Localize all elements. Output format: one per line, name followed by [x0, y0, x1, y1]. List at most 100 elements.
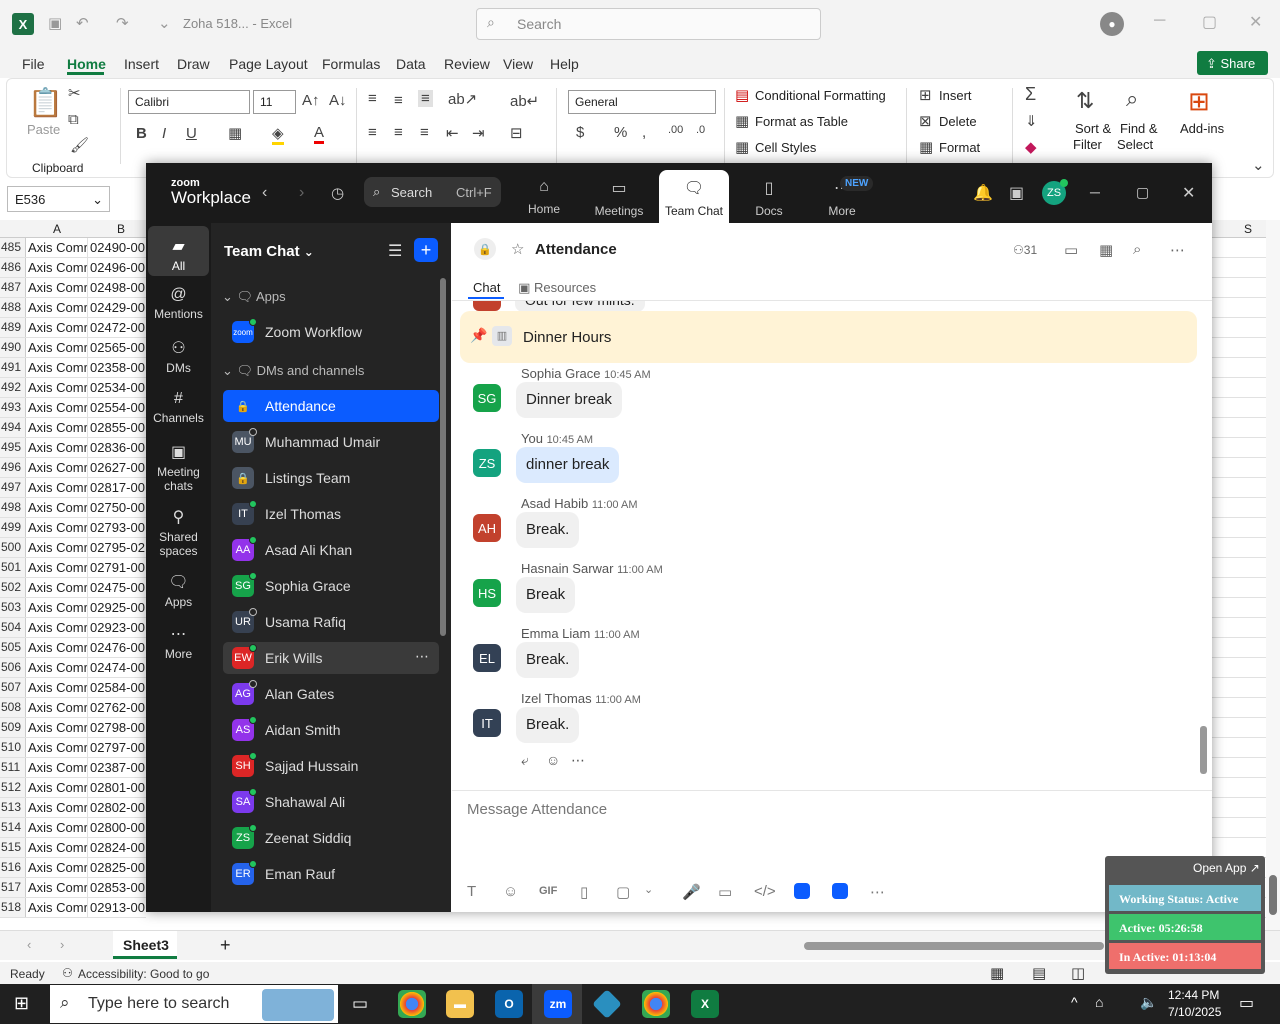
percent-icon[interactable]: %	[614, 124, 627, 141]
decrease-font-icon[interactable]: A↓	[329, 92, 347, 109]
row-number[interactable]: 500	[0, 538, 26, 557]
cell-a[interactable]: Axis Comr	[26, 558, 88, 577]
chat-search-icon[interactable]: ⌕	[1133, 241, 1141, 258]
cell-b[interactable]: 02476-00	[88, 638, 146, 657]
back-icon[interactable]: ‹	[262, 184, 267, 202]
message-bubble[interactable]: Break	[516, 577, 576, 613]
align-left-icon[interactable]: ≡	[368, 124, 377, 141]
decrease-decimal-icon[interactable]: .0	[696, 124, 705, 136]
customize-qat-icon[interactable]: ⌄	[158, 14, 171, 32]
file-explorer-icon[interactable]: ▬	[446, 990, 474, 1018]
cell-a[interactable]: Axis Comr	[26, 758, 88, 777]
column-s-header[interactable]: S	[1244, 222, 1252, 236]
vertical-scrollbar[interactable]	[1266, 220, 1280, 932]
currency-icon[interactable]: $	[576, 124, 584, 141]
volume-icon[interactable]: 🔈	[1140, 994, 1157, 1011]
wrap-text-icon[interactable]: ab↵	[510, 92, 539, 110]
message-avatar[interactable]: SG	[473, 384, 501, 412]
cell-b[interactable]: 02584-00	[88, 678, 146, 697]
user-avatar-icon[interactable]: ●	[1100, 12, 1124, 36]
contact-item[interactable]: SG Sophia Grace	[223, 570, 439, 602]
contact-item[interactable]: ZS Zeenat Siddiq	[223, 822, 439, 854]
copy-icon[interactable]: ⧉	[68, 111, 79, 128]
row-number[interactable]: 507	[0, 678, 26, 697]
conditional-formatting-button[interactable]: Conditional Formatting	[755, 88, 886, 103]
row-number[interactable]: 496	[0, 458, 26, 477]
font-color-icon[interactable]: A	[314, 124, 325, 144]
zoom-taskbar-icon[interactable]: zm	[544, 990, 572, 1018]
row-number[interactable]: 513	[0, 798, 26, 817]
cell-a[interactable]: Axis Comr	[26, 478, 88, 497]
cell-a[interactable]: Axis Comr	[26, 718, 88, 737]
cell-b[interactable]: 02429-00	[88, 298, 146, 317]
contact-item[interactable]: UR Usama Rafiq	[223, 606, 439, 638]
video-message-icon[interactable]: ▭	[718, 883, 732, 901]
message-avatar[interactable]: HS	[473, 579, 501, 607]
sender-name[interactable]: Sophia Grace	[521, 366, 601, 381]
menu-insert[interactable]: Insert	[124, 56, 159, 72]
row-number[interactable]: 510	[0, 738, 26, 757]
cell-b[interactable]: 02836-00	[88, 438, 146, 457]
message-avatar[interactable]: EL	[473, 644, 501, 672]
cell-b[interactable]: 02496-00	[88, 258, 146, 277]
increase-font-icon[interactable]: A↑	[302, 92, 320, 109]
format-text-icon[interactable]: T	[467, 883, 476, 900]
increase-indent-icon[interactable]: ⇥	[472, 124, 485, 142]
contact-item[interactable]: SH Sajjad Hussain	[223, 750, 439, 782]
insert-cells-button[interactable]: Insert	[939, 88, 972, 103]
autosum-icon[interactable]: Σ	[1025, 84, 1036, 105]
section-apps[interactable]: ⌄ 🗨 Apps	[222, 289, 286, 305]
menu-formulas[interactable]: Formulas	[322, 56, 380, 72]
cell-b[interactable]: 02923-00	[88, 618, 146, 637]
show-hidden-icons[interactable]: ^	[1071, 994, 1078, 1010]
row-number[interactable]: 498	[0, 498, 26, 517]
cell-b[interactable]: 02853-00	[88, 878, 146, 897]
menu-file[interactable]: File	[22, 56, 45, 72]
sender-name[interactable]: You	[521, 431, 543, 446]
comma-icon[interactable]: ,	[642, 124, 646, 141]
row-number[interactable]: 512	[0, 778, 26, 797]
cell-a[interactable]: Axis Comr	[26, 838, 88, 857]
align-middle-icon[interactable]: ≡	[394, 92, 403, 109]
cell-styles-button[interactable]: Cell Styles	[755, 140, 816, 155]
cell-b[interactable]: 02490-00	[88, 238, 146, 257]
chrome-icon[interactable]	[398, 990, 426, 1018]
cell-a[interactable]: Axis Comr	[26, 658, 88, 677]
nav-apps[interactable]: 🗨 Apps	[148, 572, 209, 609]
nav-all[interactable]: ▰ All	[148, 226, 209, 276]
menu-help[interactable]: Help	[550, 56, 579, 72]
message-avatar[interactable]: IT	[473, 709, 501, 737]
menu-home[interactable]: Home	[67, 56, 106, 72]
contact-more-icon[interactable]: ⋯	[415, 648, 429, 665]
taskbar-date[interactable]: 7/10/2025	[1168, 1005, 1221, 1019]
channel-title[interactable]: Attendance	[535, 241, 617, 258]
chrome-profile-icon[interactable]	[642, 990, 670, 1018]
cell-a[interactable]: Axis Comr	[26, 538, 88, 557]
undo-icon[interactable]: ↶	[76, 14, 89, 32]
cell-b[interactable]: 02801-00	[88, 778, 146, 797]
italic-icon[interactable]: I	[162, 125, 166, 142]
contact-item[interactable]: AS Aidan Smith	[223, 714, 439, 746]
status-accessibility[interactable]: Accessibility: Good to go	[78, 967, 209, 981]
nav-dms[interactable]: ⚇ DMs	[148, 338, 209, 375]
contact-item[interactable]: MU Muhammad Umair	[223, 426, 439, 458]
cell-b[interactable]: 02750-00	[88, 498, 146, 517]
fill-icon[interactable]: ⇓	[1025, 112, 1038, 130]
cell-b[interactable]: 02800-00	[88, 818, 146, 837]
zoom-close-icon[interactable]: ✕	[1182, 183, 1195, 203]
cell-a[interactable]: Axis Comr	[26, 598, 88, 617]
reply-icon[interactable]: ⤶	[521, 752, 529, 769]
format-as-table-button[interactable]: Format as Table	[755, 114, 848, 129]
section-dms-channels[interactable]: ⌄ 🗨 DMs and channels	[222, 363, 364, 379]
cell-a[interactable]: Axis Comr	[26, 358, 88, 377]
normal-view-icon[interactable]: ▦	[990, 964, 1004, 982]
task-view-icon[interactable]: ▭	[352, 994, 368, 1014]
pinned-message[interactable]: 📌 ▥ Dinner Hours	[460, 311, 1197, 363]
row-number[interactable]: 499	[0, 518, 26, 537]
cell-b[interactable]: 02793-00	[88, 518, 146, 537]
cell-a[interactable]: Axis Comr	[26, 818, 88, 837]
cell-a[interactable]: Axis Comr	[26, 458, 88, 477]
cell-a[interactable]: Axis Comr	[26, 858, 88, 877]
cell-a[interactable]: Axis Comr	[26, 898, 88, 917]
menu-review[interactable]: Review	[444, 56, 490, 72]
